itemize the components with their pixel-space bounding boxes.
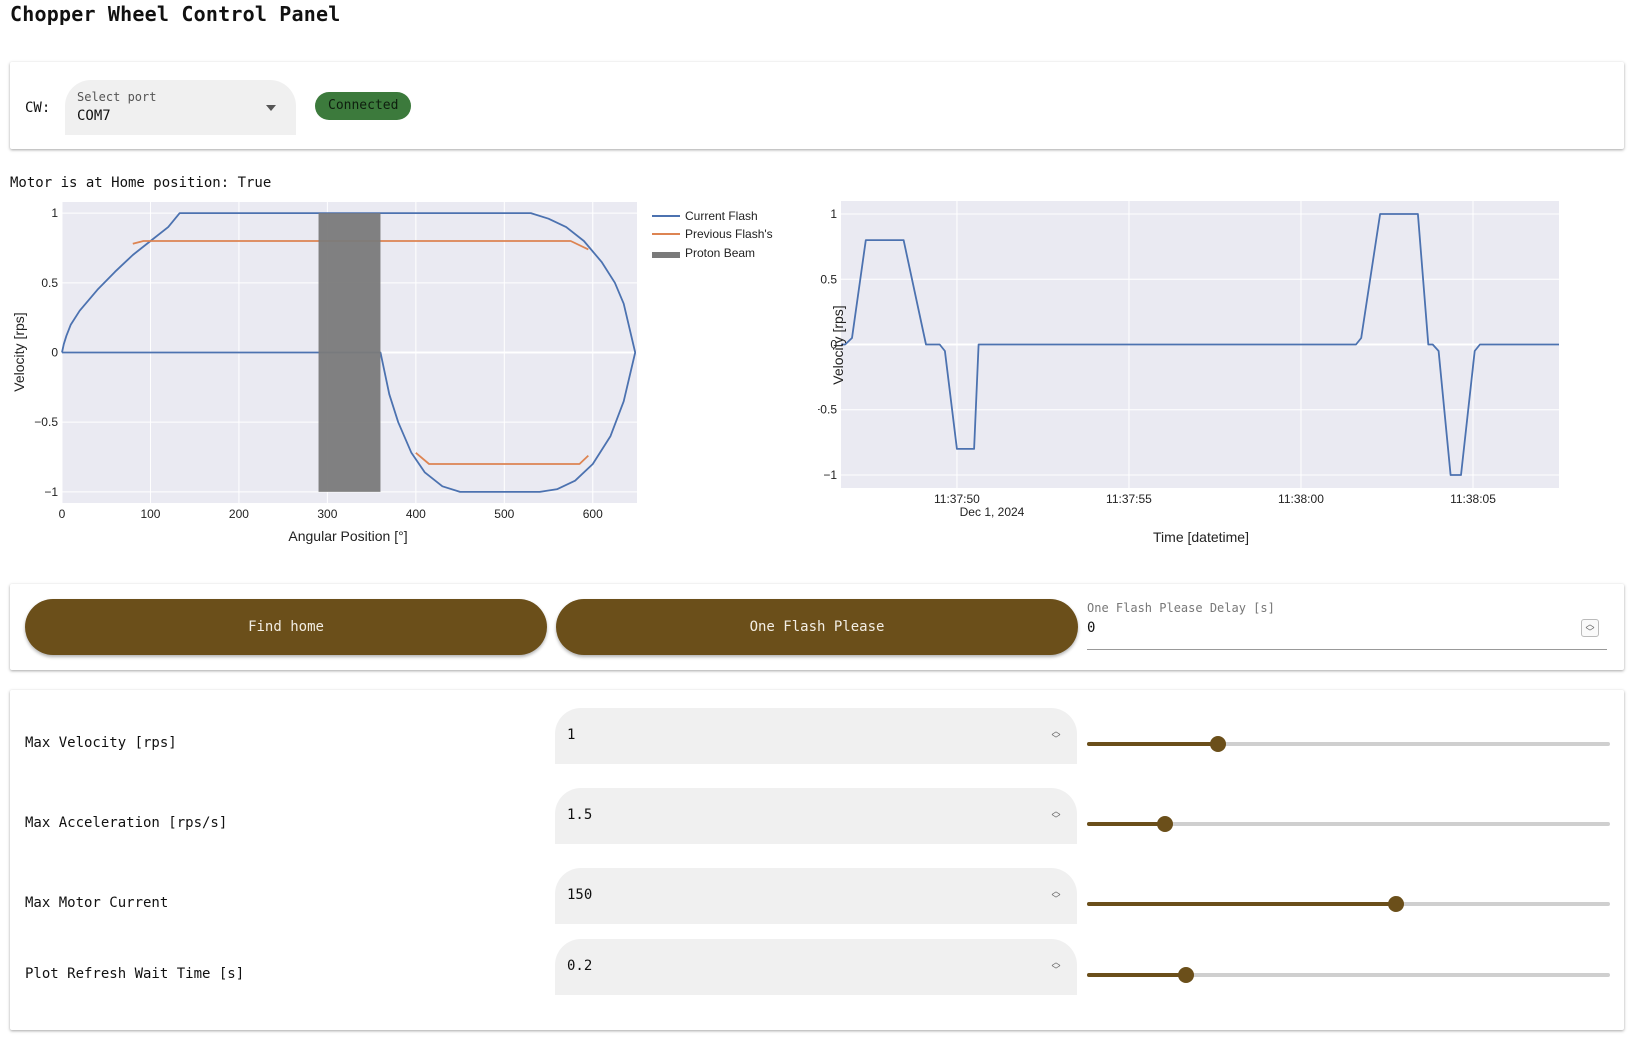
- slider-fill: [1087, 742, 1218, 746]
- x-tick-label: 500: [494, 507, 514, 521]
- spinner-icon[interactable]: ︿ ﹀: [1581, 619, 1599, 638]
- slider-thumb[interactable]: [1178, 967, 1195, 983]
- flash-delay-label: One Flash Please Delay [s]: [1087, 601, 1275, 615]
- slider-fill: [1087, 822, 1166, 826]
- legend-swatch-proton-beam: [652, 252, 680, 258]
- setting-row-max-acceleration: Max Acceleration [rps/s] 1.5 ︿ ﹀: [10, 788, 1624, 848]
- x-tick-label: 200: [229, 507, 249, 521]
- setting-row-max-motor-current: Max Motor Current 150 ︿ ﹀: [10, 868, 1624, 928]
- settings-card: Max Velocity [rps] 1 ︿ ﹀ Max Acceleration…: [10, 690, 1624, 1030]
- spinner-icon[interactable]: ︿ ﹀: [1047, 807, 1065, 825]
- find-home-button[interactable]: Find home: [25, 599, 547, 655]
- max-acceleration-slider[interactable]: [1087, 814, 1610, 834]
- cw-label: CW:: [25, 100, 51, 116]
- x-tick-label: 11:38:05: [1450, 492, 1496, 506]
- slider-fill: [1087, 973, 1187, 977]
- port-select[interactable]: Select port COM7: [65, 80, 296, 135]
- connection-card: CW: Select port COM7 Connected: [10, 62, 1624, 149]
- slider-thumb[interactable]: [1209, 736, 1226, 752]
- y-tick-label: −0.5: [818, 403, 837, 417]
- velocity-time-chart: 11:37:5011:37:5511:38:0011:38:05−1−0.500…: [818, 201, 1559, 545]
- slider-thumb[interactable]: [1157, 816, 1174, 832]
- one-flash-button[interactable]: One Flash Please: [556, 599, 1078, 655]
- slider-thumb[interactable]: [1387, 896, 1404, 912]
- x-axis-label: Angular Position [°]: [288, 528, 407, 544]
- flash-delay-field[interactable]: One Flash Please Delay [s] 0 ︿ ﹀: [1087, 594, 1607, 650]
- chevron-down-icon[interactable]: [266, 105, 276, 111]
- plot-refresh-slider[interactable]: [1087, 965, 1610, 985]
- spinner-icon[interactable]: ︿ ﹀: [1047, 727, 1065, 745]
- chart-plot-area: 11:37:5011:37:5511:38:0011:38:05−1−0.500…: [818, 201, 1559, 506]
- setting-row-max-velocity: Max Velocity [rps] 1 ︿ ﹀: [10, 708, 1624, 768]
- x-tick-label: 0: [59, 507, 66, 521]
- setting-value[interactable]: 0.2: [567, 958, 592, 974]
- max-velocity-input[interactable]: 1 ︿ ﹀: [555, 708, 1077, 764]
- x-tick-label: 11:37:50: [934, 492, 980, 506]
- plot-refresh-input[interactable]: 0.2 ︿ ﹀: [555, 939, 1077, 995]
- velocity-position-chart: 0 100 200 300 400 500 600 −1 −0.5 0 0.5 1 Current F…: [11, 202, 773, 544]
- y-tick-label: −1: [44, 485, 58, 499]
- page-title: Chopper Wheel Control Panel: [10, 2, 341, 26]
- x-axis-date-label: Dec 1, 2024: [960, 505, 1025, 519]
- setting-row-plot-refresh: Plot Refresh Wait Time [s] 0.2 ︿ ﹀: [10, 939, 1624, 1008]
- control-panel-page: Chopper Wheel Control Panel CW: Select p…: [0, 0, 1634, 1041]
- x-tick-label: 11:38:00: [1278, 492, 1324, 506]
- chart-legend: Current Flash Previous Flash's Proton Be…: [652, 209, 773, 260]
- x-tick-label: 100: [140, 507, 160, 521]
- x-tick-label: 11:37:55: [1106, 492, 1152, 506]
- setting-label: Max Motor Current: [25, 895, 169, 911]
- y-tick-label: 0.5: [820, 272, 837, 286]
- flash-delay-value[interactable]: 0: [1087, 620, 1095, 636]
- home-status-text: Motor is at Home position: True: [10, 175, 272, 191]
- proton-beam-band: [318, 213, 381, 492]
- setting-value[interactable]: 1: [567, 727, 575, 743]
- slider-fill: [1087, 902, 1396, 906]
- setting-label: Max Velocity [rps]: [25, 735, 177, 751]
- actions-card: Find home One Flash Please One Flash Ple…: [10, 584, 1624, 670]
- y-axis-label: Velocity [rps]: [11, 312, 27, 391]
- legend-proton-beam: Proton Beam: [685, 246, 755, 260]
- setting-label: Plot Refresh Wait Time [s]: [25, 966, 245, 982]
- setting-value[interactable]: 1.5: [567, 807, 592, 823]
- legend-current-flash: Current Flash: [685, 209, 758, 223]
- setting-label: Max Acceleration [rps/s]: [25, 815, 228, 831]
- y-tick-label: 0: [51, 346, 58, 360]
- port-select-value: COM7: [77, 108, 111, 124]
- legend-previous-flash: Previous Flash's: [685, 227, 773, 241]
- x-tick-label: 300: [317, 507, 337, 521]
- x-tick-label: 400: [406, 507, 426, 521]
- max-acceleration-input[interactable]: 1.5 ︿ ﹀: [555, 788, 1077, 844]
- connection-status-badge: Connected: [315, 92, 412, 120]
- y-tick-label: 1: [51, 206, 58, 220]
- y-tick-label: 0.5: [41, 276, 58, 290]
- max-motor-current-slider[interactable]: [1087, 894, 1610, 914]
- spinner-icon[interactable]: ︿ ﹀: [1047, 887, 1065, 905]
- max-motor-current-input[interactable]: 150 ︿ ﹀: [555, 868, 1077, 924]
- y-axis-label: Velocity [rps]: [830, 305, 846, 384]
- x-tick-label: 600: [583, 507, 603, 521]
- spinner-icon[interactable]: ︿ ﹀: [1047, 958, 1065, 976]
- chart-plot-area: 0 100 200 300 400 500 600 −1 −0.5 0 0.5 1: [34, 202, 637, 521]
- x-axis-label: Time [datetime]: [1153, 529, 1249, 545]
- setting-value[interactable]: 150: [567, 887, 592, 903]
- port-select-label: Select port: [77, 90, 157, 104]
- y-tick-label: 1: [830, 207, 837, 221]
- y-tick-label: −0.5: [34, 415, 58, 429]
- max-velocity-slider[interactable]: [1087, 734, 1610, 754]
- y-tick-label: −1: [823, 468, 837, 482]
